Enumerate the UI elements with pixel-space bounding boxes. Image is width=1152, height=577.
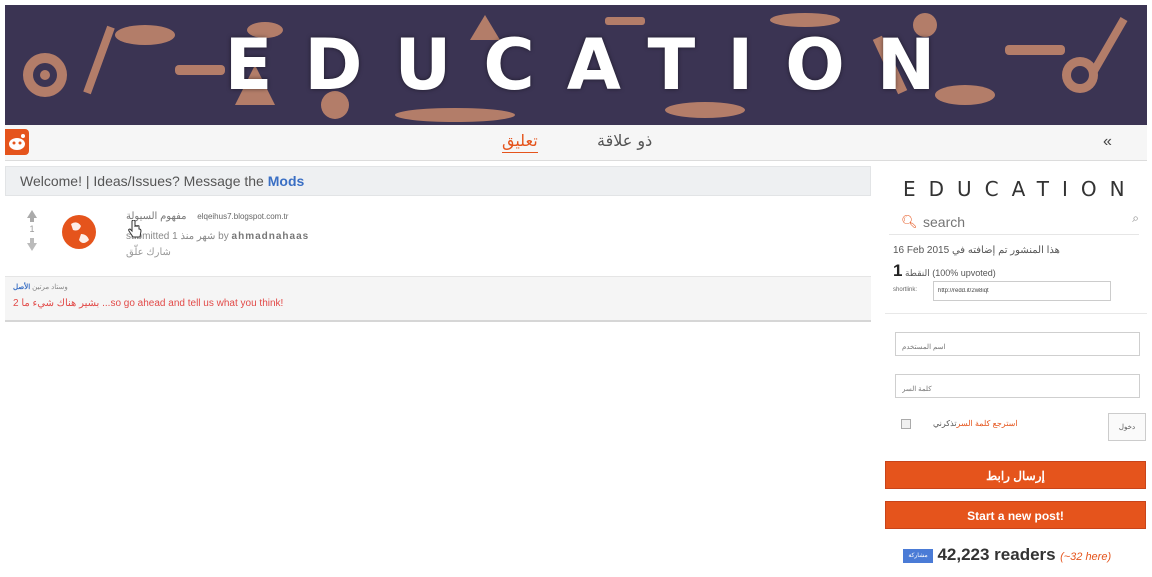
sidebar-title: EDUCATION <box>903 177 1138 201</box>
link-thumbnail-icon[interactable] <box>61 214 97 250</box>
post-actions[interactable]: شارك علّق <box>126 247 171 258</box>
hand-cursor-icon <box>128 220 142 238</box>
comment-box: وستاد مرتين الأصل 2 بشير هناك شيء ما ...… <box>5 276 871 322</box>
welcome-bar: Welcome! | Ideas/Issues? Message the Mod… <box>5 166 871 196</box>
readers-row: مشاركة 42,223 readers (~32 here) <box>903 545 1111 565</box>
upvote-stem <box>30 217 34 222</box>
points-info: 1 النقطة (100% upvoted) <box>893 261 996 281</box>
banner-title: EDUCATION <box>224 24 968 106</box>
submitted-date: 16 Feb 2015 هذا المنشور تم إضافته في <box>893 245 1060 256</box>
divider <box>885 313 1147 314</box>
readers-count: 42,223 readers <box>937 545 1056 564</box>
password-field[interactable] <box>895 374 1140 398</box>
username-field[interactable] <box>895 332 1140 356</box>
share-button[interactable]: مشاركة <box>903 549 933 563</box>
shortlink-label: shortlink: <box>893 287 918 293</box>
post-score: 1 <box>29 224 35 234</box>
shortlink-field[interactable] <box>933 281 1111 301</box>
search-bar: 🔍︎ ⌕ <box>889 209 1139 235</box>
tab-related[interactable]: ذو علاقة <box>597 131 652 150</box>
sidebar: EDUCATION 🔍︎ ⌕ 16 Feb 2015 هذا المنشور ت… <box>885 161 1147 577</box>
comment-text: 2 بشير هناك شيء ما ...so go ahead and te… <box>13 298 284 309</box>
search-submit-icon[interactable]: ⌕ <box>1132 211 1139 226</box>
shortlink-row: shortlink: <box>893 281 1111 301</box>
comment-parent-link[interactable]: الأصل <box>13 284 30 291</box>
remember-row: استرجع كلمة السرتذكرني <box>933 419 1018 428</box>
recover-password-link[interactable]: استرجع كلمة السر <box>957 419 1018 428</box>
mods-link[interactable]: Mods <box>268 173 305 189</box>
submit-link-button[interactable]: إرسال رابط <box>885 461 1146 489</box>
remember-label: تذكرني <box>933 419 957 428</box>
header-banner: EDUCATION <box>5 5 1147 125</box>
search-icon: 🔍︎ <box>901 214 918 229</box>
points-number: 1 <box>893 261 903 280</box>
tab-bar: تعليق ذو علاقة « <box>5 125 1147 161</box>
author-link[interactable]: ahmadnahaas <box>232 231 310 242</box>
remember-checkbox[interactable] <box>901 419 911 429</box>
tab-comments[interactable]: تعليق <box>502 131 538 153</box>
search-input[interactable] <box>923 212 1103 232</box>
reddit-alien-icon[interactable] <box>5 129 29 155</box>
online-count: (~32 here) <box>1060 551 1112 563</box>
comment-meta-text: وستاد مرتين <box>32 284 68 291</box>
downvote-icon[interactable] <box>27 243 37 251</box>
new-post-button[interactable]: Start a new post! <box>885 501 1146 529</box>
post-meta: submitted 1 شهر منذ by ahmadnahaas <box>126 231 309 242</box>
post-domain[interactable]: elqeihus7.blogspot.com.tr <box>197 212 288 221</box>
collapse-sidebar-icon[interactable]: « <box>1103 133 1112 151</box>
post-title-row: مفهوم السيولة elqeihus7.blogspot.com.tr <box>126 211 288 222</box>
login-button[interactable]: دخول <box>1108 413 1146 441</box>
welcome-text: Welcome! | Ideas/Issues? Message the <box>20 173 268 189</box>
comment-meta: وستاد مرتين الأصل <box>13 283 68 291</box>
points-text: النقطة (100% upvoted) <box>904 268 996 278</box>
